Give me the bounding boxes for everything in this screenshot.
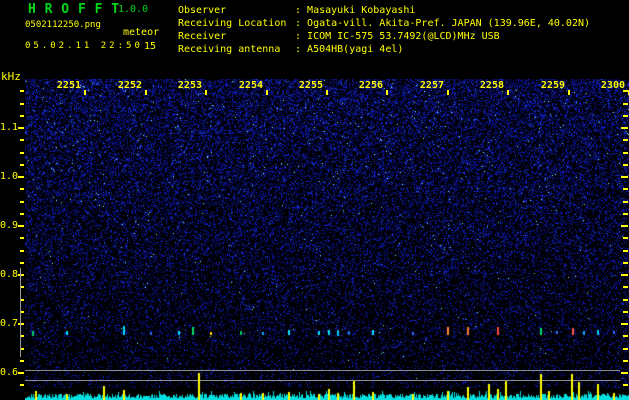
right-tick-mark	[621, 274, 628, 276]
right-tick-mark	[623, 286, 628, 288]
right-tick-mark	[623, 188, 628, 190]
freq-tick-mark	[20, 90, 24, 92]
info-row: Observer: Masayuki Kobayashi	[178, 4, 590, 17]
freq-tick-mark	[18, 176, 24, 178]
capture-datetime: 05.02.11 22:50	[25, 41, 143, 51]
info-label: Receiver	[178, 31, 227, 42]
freq-tick-mark	[20, 139, 24, 141]
info-label: Receiving Location	[178, 18, 287, 29]
info-label: Observer	[178, 5, 227, 16]
right-tick-mark	[623, 360, 628, 362]
time-tick-mark	[84, 90, 86, 95]
info-colon: :	[295, 44, 308, 55]
time-tick-label: 2259	[540, 80, 565, 91]
freq-tick-mark	[18, 274, 24, 276]
freq-tick-mark	[20, 164, 24, 166]
freq-tick-mark	[20, 201, 24, 203]
spectrogram-canvas	[25, 79, 629, 388]
hrofft-window: H R O F F T 1.0.0 0502112250.png meteor …	[0, 0, 629, 400]
time-tick-mark	[326, 90, 328, 95]
freq-tick-mark	[20, 262, 24, 264]
freq-tick-mark	[18, 225, 24, 227]
info-row: Receiver: ICOM IC-575 53.7492(@LCD)MHz U…	[178, 30, 590, 43]
info-value: A504HB(yagi 4el)	[307, 44, 404, 55]
info-colon: :	[295, 5, 308, 16]
echo-count: 15	[144, 41, 157, 52]
right-tick-mark	[623, 299, 628, 301]
info-label: Receiving antenna	[178, 44, 281, 55]
app-version: 1.0.0	[118, 4, 149, 15]
time-tick-mark	[386, 90, 388, 95]
info-colon: :	[295, 18, 308, 29]
freq-tick-label: 0.8	[0, 269, 19, 280]
freq-tick-mark	[20, 103, 24, 105]
freq-tick-label: 0.6	[0, 367, 19, 378]
freq-tick-mark	[18, 127, 24, 129]
info-row: Receiving Location: Ogata-vill. Akita-Pr…	[178, 17, 590, 30]
freq-tick-mark	[18, 323, 24, 325]
app-title: H R O F F T	[28, 2, 120, 17]
right-tick-mark	[623, 201, 628, 203]
right-tick-mark	[623, 164, 628, 166]
time-tick-mark	[507, 90, 509, 95]
right-tick-mark	[623, 262, 628, 264]
info-value: Masayuki Kobayashi	[307, 5, 416, 16]
time-tick-label: 2300	[600, 80, 625, 91]
time-tick-mark	[266, 90, 268, 95]
detection-band-marker	[20, 268, 21, 357]
freq-tick-mark	[18, 372, 24, 374]
freq-tick-mark	[20, 152, 24, 154]
freq-tick-mark	[20, 188, 24, 190]
power-plot-canvas	[25, 370, 629, 400]
info-value: ICOM IC-575 53.7492(@LCD)MHz USB	[307, 31, 500, 42]
right-tick-mark	[623, 139, 628, 141]
time-tick-label: 2254	[238, 80, 263, 91]
right-tick-mark	[623, 348, 628, 350]
right-tick-mark	[623, 213, 628, 215]
time-tick-label: 2252	[117, 80, 142, 91]
time-tick-mark	[568, 90, 570, 95]
freq-tick-label: 1.0	[0, 171, 19, 182]
freq-tick-label: 0.9	[0, 220, 19, 231]
freq-tick-label: 0.7	[0, 318, 19, 329]
right-tick-mark	[621, 323, 628, 325]
right-tick-mark	[623, 237, 628, 239]
capture-mode: meteor	[123, 27, 160, 38]
freq-tick-mark	[20, 237, 24, 239]
freq-unit-label: kHz	[1, 70, 21, 83]
freq-tick-mark	[20, 115, 24, 117]
right-tick-mark	[621, 225, 628, 227]
time-tick-label: 2253	[177, 80, 202, 91]
right-tick-mark	[623, 103, 628, 105]
freq-tick-mark	[20, 360, 24, 362]
right-tick-mark	[621, 127, 628, 129]
info-value: Ogata-vill. Akita-Pref. JAPAN (139.96E, …	[307, 18, 591, 29]
time-tick-label: 2255	[298, 80, 323, 91]
freq-tick-mark	[20, 213, 24, 215]
freq-tick-mark	[20, 384, 24, 386]
right-tick-mark	[623, 115, 628, 117]
freq-tick-mark	[20, 250, 24, 252]
time-tick-mark	[145, 90, 147, 95]
info-colon: :	[295, 31, 308, 42]
observation-info: Observer: Masayuki Kobayashi Receiving Lo…	[178, 4, 590, 56]
time-tick-label: 2251	[56, 80, 81, 91]
right-tick-mark	[623, 335, 628, 337]
capture-filename: 0502112250.png	[25, 20, 101, 30]
right-tick-mark	[623, 250, 628, 252]
right-tick-mark	[623, 152, 628, 154]
right-tick-mark	[621, 176, 628, 178]
time-tick-label: 2257	[419, 80, 444, 91]
freq-tick-label: 1.1	[0, 122, 19, 133]
right-tick-mark	[623, 311, 628, 313]
time-tick-mark	[447, 90, 449, 95]
time-tick-label: 2256	[358, 80, 383, 91]
time-tick-mark	[205, 90, 207, 95]
time-tick-label: 2258	[479, 80, 504, 91]
info-row: Receiving antenna: A504HB(yagi 4el)	[178, 43, 590, 56]
